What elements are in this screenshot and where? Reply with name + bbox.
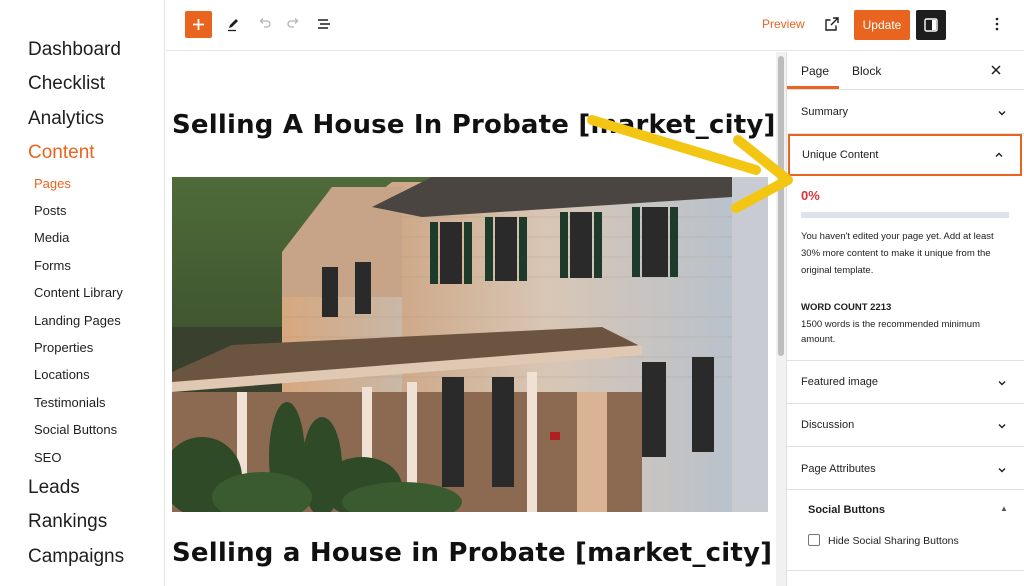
hide-social-label[interactable]: Hide Social Sharing Buttons	[828, 535, 959, 547]
nav-item-dashboard[interactable]: Dashboard	[28, 39, 121, 61]
view-post-button[interactable]	[821, 13, 843, 35]
document-overview-button[interactable]	[313, 13, 335, 35]
unique-progress-bar	[801, 212, 1009, 218]
chevron-down-icon	[998, 468, 1006, 473]
update-button[interactable]: Update	[854, 10, 910, 40]
panel-summary-label: Summary	[801, 106, 849, 118]
featured-house-image[interactable]	[172, 177, 768, 512]
panel-featured-image-label: Featured image	[801, 376, 879, 388]
panel-unique-content[interactable]: Unique Content	[788, 134, 1022, 176]
editor-toolbar: Preview Update	[166, 0, 1024, 51]
more-vertical-icon	[995, 17, 999, 31]
chevron-down-icon	[998, 424, 1006, 429]
settings-toggle-button[interactable]	[916, 10, 946, 40]
nav-subitem-media[interactable]: Media	[34, 230, 69, 245]
close-sidebar-button[interactable]	[991, 62, 1001, 80]
undo-button[interactable]	[253, 13, 275, 35]
nav-subitem-content-library[interactable]: Content Library	[34, 285, 123, 300]
panel-discussion-label: Discussion	[801, 419, 855, 431]
pencil-icon	[228, 19, 238, 32]
sidebar-panel-icon	[924, 18, 938, 32]
undo-icon	[259, 18, 271, 28]
nav-item-campaigns[interactable]: Campaigns	[28, 546, 124, 568]
panel-summary[interactable]: Summary	[787, 90, 1024, 134]
external-link-icon	[825, 17, 839, 31]
editor-scrollbar[interactable]	[776, 52, 786, 586]
settings-sidebar: Page Block Summary Unique Content 0% You…	[786, 52, 1024, 586]
nav-subitem-testimonials[interactable]: Testimonials	[34, 395, 106, 410]
nav-subitem-forms[interactable]: Forms	[34, 258, 71, 273]
tab-block[interactable]: Block	[852, 64, 881, 78]
nav-subitem-locations[interactable]: Locations	[34, 367, 90, 382]
house-photo	[172, 177, 768, 512]
nav-item-rankings[interactable]: Rankings	[28, 511, 107, 533]
page-subheading[interactable]: Selling a House in Probate [market_city]	[172, 538, 772, 568]
list-view-icon	[318, 19, 330, 29]
plus-icon	[193, 19, 204, 30]
nav-subitem-properties[interactable]: Properties	[34, 340, 93, 355]
active-tab-indicator	[787, 86, 839, 89]
preview-button[interactable]: Preview	[762, 17, 805, 31]
sidebar-tabs: Page Block	[787, 52, 1024, 90]
unique-percent: 0%	[801, 188, 820, 203]
panel-next-collapsed[interactable]	[787, 570, 1024, 586]
close-icon	[991, 65, 1001, 75]
chevron-down-icon	[998, 381, 1006, 386]
panel-unique-content-label: Unique Content	[802, 149, 879, 161]
editor-canvas[interactable]: Selling A House In Probate [market_city]	[166, 52, 786, 586]
chevron-down-icon	[998, 111, 1006, 116]
panel-featured-image[interactable]: Featured image	[787, 361, 1024, 404]
nav-item-content[interactable]: Content	[28, 142, 95, 164]
chevron-up-icon	[995, 152, 1003, 157]
nav-subitem-posts[interactable]: Posts	[34, 203, 67, 218]
hide-social-checkbox[interactable]	[808, 534, 820, 546]
nav-subitem-landing-pages[interactable]: Landing Pages	[34, 313, 121, 328]
nav-subitem-pages[interactable]: Pages	[34, 176, 71, 191]
tools-button[interactable]	[223, 13, 245, 35]
page-heading[interactable]: Selling A House In Probate [market_city]	[172, 110, 776, 140]
options-menu-button[interactable]	[986, 13, 1008, 35]
social-buttons-title[interactable]: Social Buttons	[808, 504, 885, 516]
tab-page[interactable]: Page	[801, 64, 829, 78]
nav-item-analytics[interactable]: Analytics	[28, 108, 104, 130]
panel-discussion[interactable]: Discussion	[787, 404, 1024, 447]
add-block-button[interactable]	[185, 11, 212, 38]
nav-subitem-social-buttons[interactable]: Social Buttons	[34, 422, 117, 437]
left-navigation: Dashboard Checklist Analytics Content Pa…	[0, 0, 165, 586]
nav-subitem-seo[interactable]: SEO	[34, 450, 61, 465]
word-count-title: WORD COUNT 2213	[801, 302, 892, 313]
unique-message: You haven't edited your page yet. Add at…	[801, 231, 994, 276]
caret-up-icon[interactable]: ▲	[1000, 504, 1008, 513]
nav-item-checklist[interactable]: Checklist	[28, 73, 105, 95]
panel-page-attributes-label: Page Attributes	[801, 463, 876, 475]
redo-button[interactable]	[283, 13, 305, 35]
scrollbar-thumb[interactable]	[778, 56, 784, 356]
panel-page-attributes[interactable]: Page Attributes	[787, 447, 1024, 490]
nav-item-leads[interactable]: Leads	[28, 477, 80, 499]
word-count-note: 1500 words is the recommended minimum am…	[801, 319, 980, 345]
redo-icon	[287, 18, 299, 28]
